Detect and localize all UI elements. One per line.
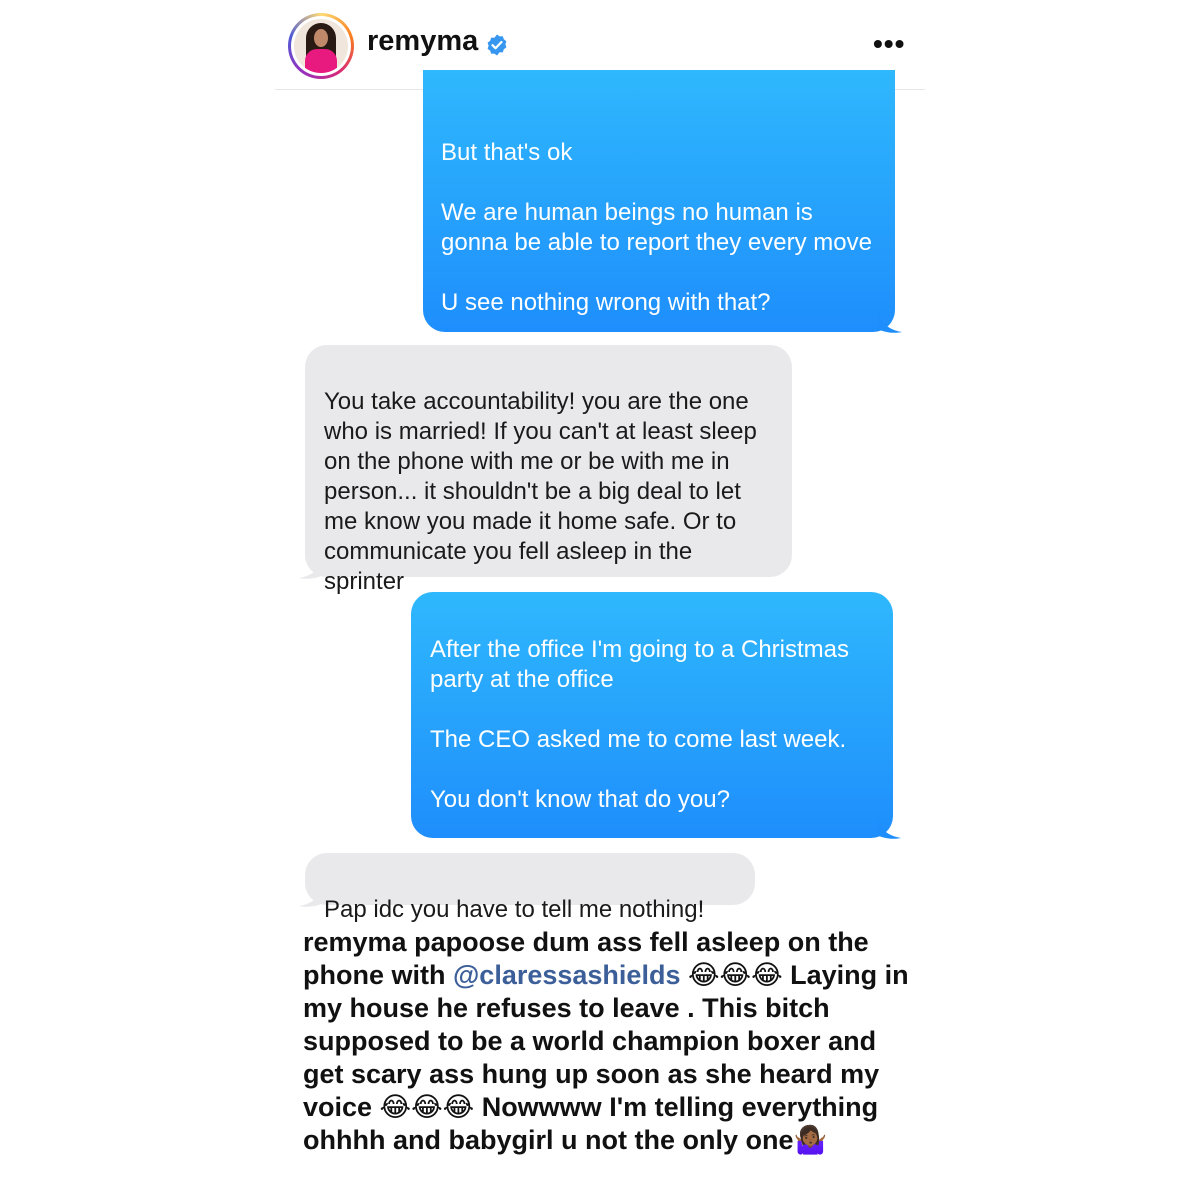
more-options-icon[interactable]: ••• — [873, 28, 905, 60]
message-text: You take accountability! you are the one… — [324, 388, 757, 595]
avatar-image — [294, 19, 348, 73]
bubble-tail — [299, 556, 323, 579]
message-bubble-received: Pap idc you have to tell me nothing! — [305, 853, 755, 923]
message-text: After the office I'm going to a Christma… — [430, 636, 849, 813]
message-text: But that's ok We are human beings no hum… — [441, 139, 872, 316]
post-caption: remyma papoose dum ass fell asleep on th… — [303, 926, 923, 1157]
bubble-tail — [877, 816, 901, 839]
verified-badge-icon — [487, 34, 507, 56]
message-bubble-sent: But that's ok We are human beings no hum… — [423, 70, 895, 332]
bubble-tail — [878, 310, 902, 333]
caption-author[interactable]: remyma — [303, 927, 407, 957]
message-bubble-received: You take accountability! you are the one… — [305, 345, 792, 595]
avatar[interactable] — [288, 13, 354, 79]
message-text: Pap idc you have to tell me nothing! — [324, 896, 705, 923]
message-bubble-sent: After the office I'm going to a Christma… — [411, 592, 893, 838]
caption-mention-link[interactable]: @claressashields — [453, 960, 680, 990]
username[interactable]: remyma — [367, 25, 478, 58]
bubble-tail — [299, 884, 323, 907]
